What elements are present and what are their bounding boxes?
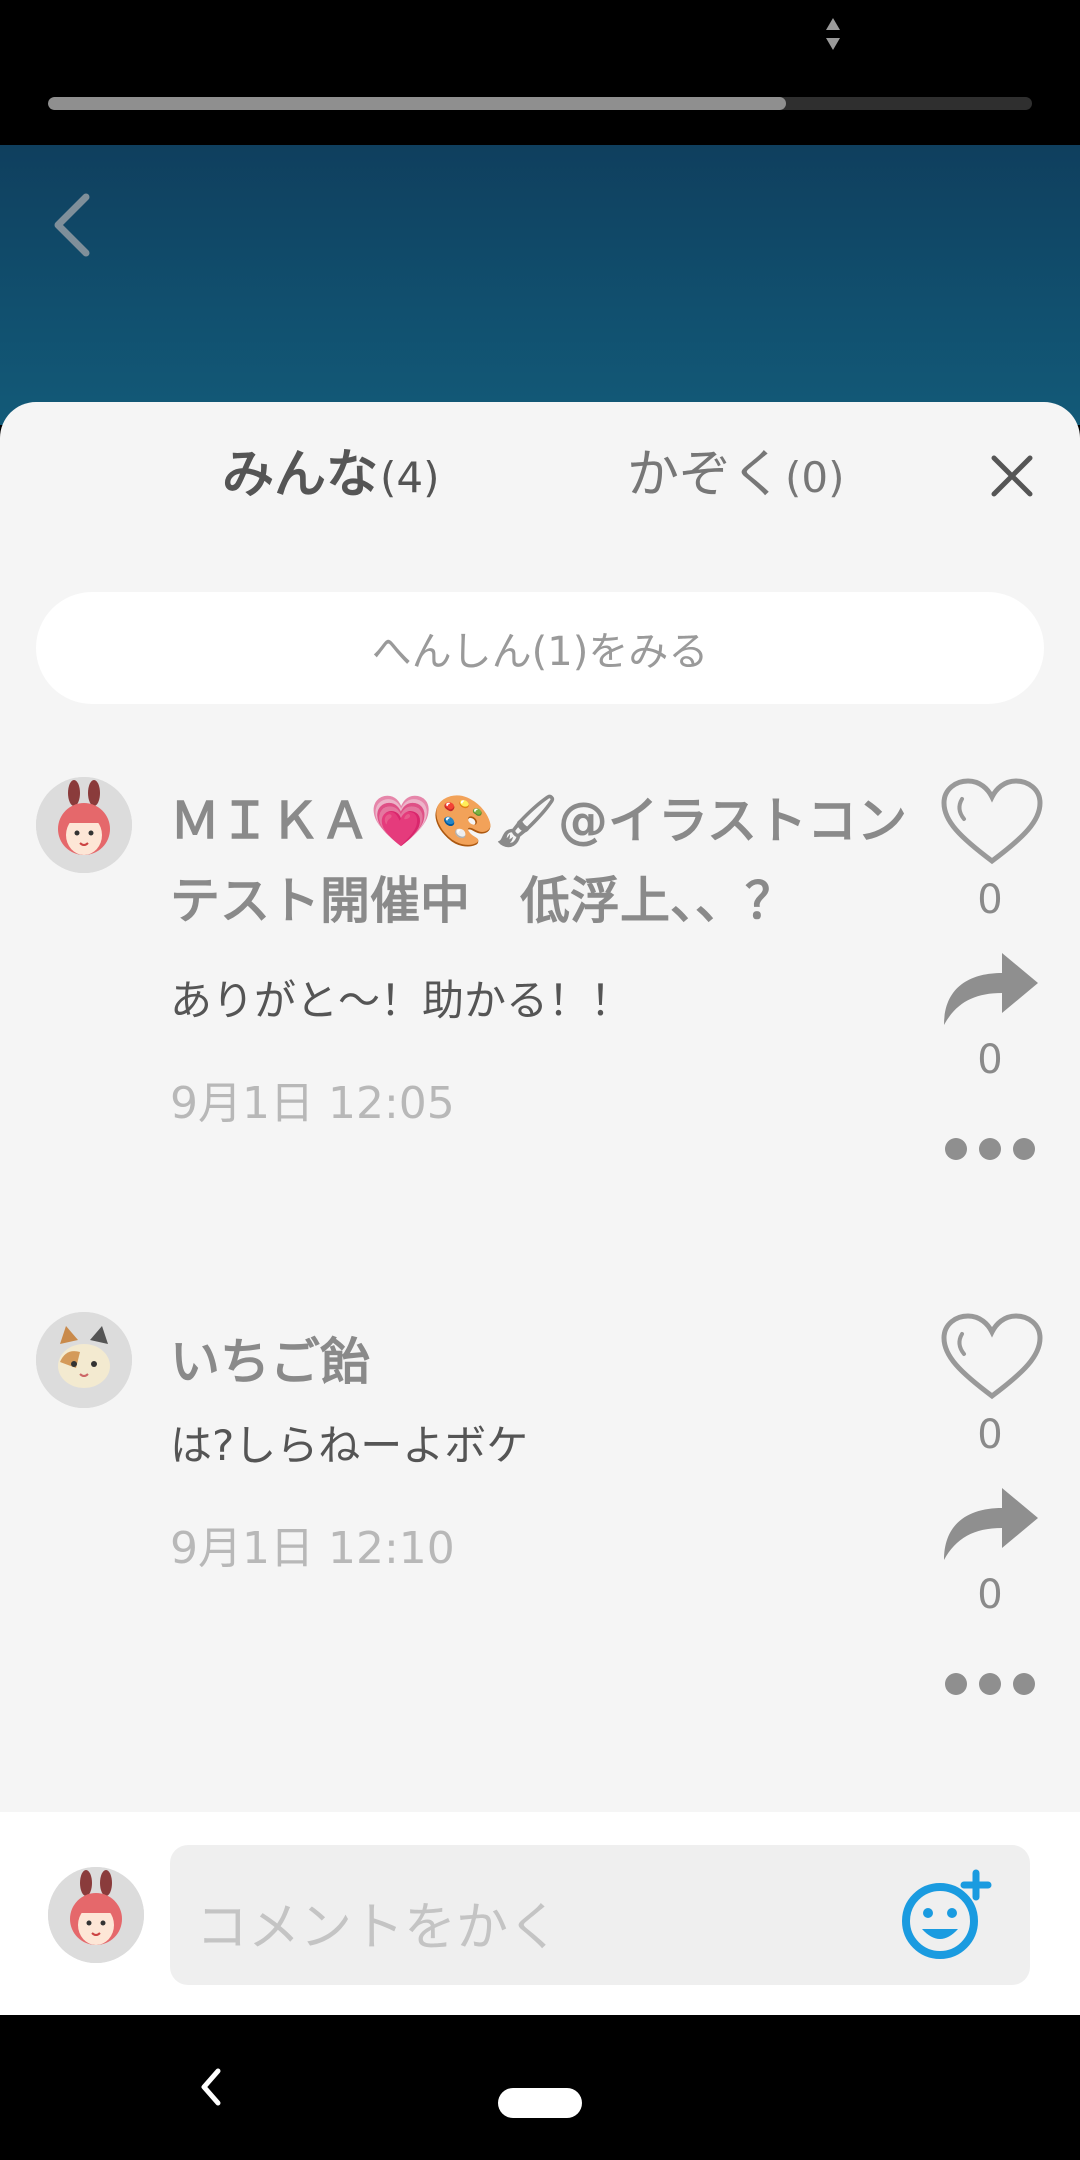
video-progress-fill	[48, 97, 786, 110]
status-bar	[0, 0, 1080, 145]
comment-composer: コメントをかく	[0, 1812, 1080, 2015]
comment-item: ＭＩＫＡ💗🎨🖌@イラストコンテスト開催中 低浮上、、？ ありがと〜！助かる！！ …	[0, 777, 1080, 1207]
comment-author[interactable]: ＭＩＫＡ💗🎨🖌@イラストコンテスト開催中 低浮上、、？	[170, 781, 910, 941]
nav-home-button[interactable]	[498, 2088, 582, 2118]
tab-family-count: (0)	[785, 453, 845, 502]
like-count: 0	[977, 1412, 1003, 1458]
comment-time: 9月1日 12:05	[170, 1078, 455, 1129]
comment-text: は?しらねーよボケ	[170, 1421, 529, 1470]
more-button[interactable]	[940, 1672, 1040, 1696]
more-icon	[945, 1138, 1035, 1160]
share-icon	[944, 1488, 1038, 1560]
comment-time: 9月1日 12:10	[170, 1523, 455, 1574]
share-button[interactable]: 0	[940, 947, 1040, 1083]
navigation-bar	[0, 2015, 1080, 2160]
tab-everyone-label: みんな	[222, 445, 379, 505]
comment-input[interactable]: コメントをかく	[170, 1845, 1030, 1985]
like-count: 0	[977, 877, 1003, 923]
more-button[interactable]	[940, 1137, 1040, 1161]
video-progress-bar[interactable]	[48, 97, 1032, 110]
nav-back-icon[interactable]	[196, 2065, 226, 2109]
heart-icon	[941, 1313, 1043, 1400]
girl-avatar-icon	[36, 777, 132, 873]
avatar[interactable]	[36, 777, 132, 873]
close-icon[interactable]	[988, 452, 1036, 500]
share-button[interactable]: 0	[940, 1482, 1040, 1618]
like-button[interactable]: 0	[940, 1312, 1043, 1458]
share-count: 0	[977, 1572, 1003, 1618]
comment-author[interactable]: いちご飴	[170, 1322, 910, 1402]
girl-avatar-icon	[48, 1867, 144, 1963]
tab-everyone[interactable]: みんな (4)	[222, 432, 440, 512]
share-count: 0	[977, 1037, 1003, 1083]
my-avatar	[48, 1867, 144, 1963]
tab-family[interactable]: かぞく (0)	[627, 432, 845, 512]
tab-family-label: かぞく	[627, 445, 784, 505]
share-icon	[944, 953, 1038, 1025]
video-area	[0, 145, 1080, 425]
view-replies-button[interactable]: へんしん(1)をみる	[36, 592, 1044, 704]
emoji-add-icon[interactable]	[898, 1867, 994, 1963]
back-arrow-icon[interactable]	[44, 185, 104, 265]
comments-sheet: みんな (4) かぞく (0) へんしん(1)をみる ＭＩＫＡ💗🎨🖌@イラストコ…	[0, 402, 1080, 2015]
heart-icon	[941, 778, 1043, 865]
sort-arrows-icon	[826, 18, 840, 50]
cat-avatar-icon	[36, 1312, 132, 1408]
comment-tabs: みんな (4) かぞく (0)	[0, 432, 1080, 512]
like-button[interactable]: 0	[940, 777, 1043, 923]
comment-input-placeholder: コメントをかく	[196, 1898, 561, 1958]
comment-item: いちご飴 は?しらねーよボケ 9月1日 12:10 0 0	[0, 1312, 1080, 1742]
more-icon	[945, 1673, 1035, 1695]
avatar[interactable]	[36, 1312, 132, 1408]
tab-everyone-count: (4)	[380, 453, 440, 502]
comment-text: ありがと〜！助かる！！	[170, 976, 633, 1025]
